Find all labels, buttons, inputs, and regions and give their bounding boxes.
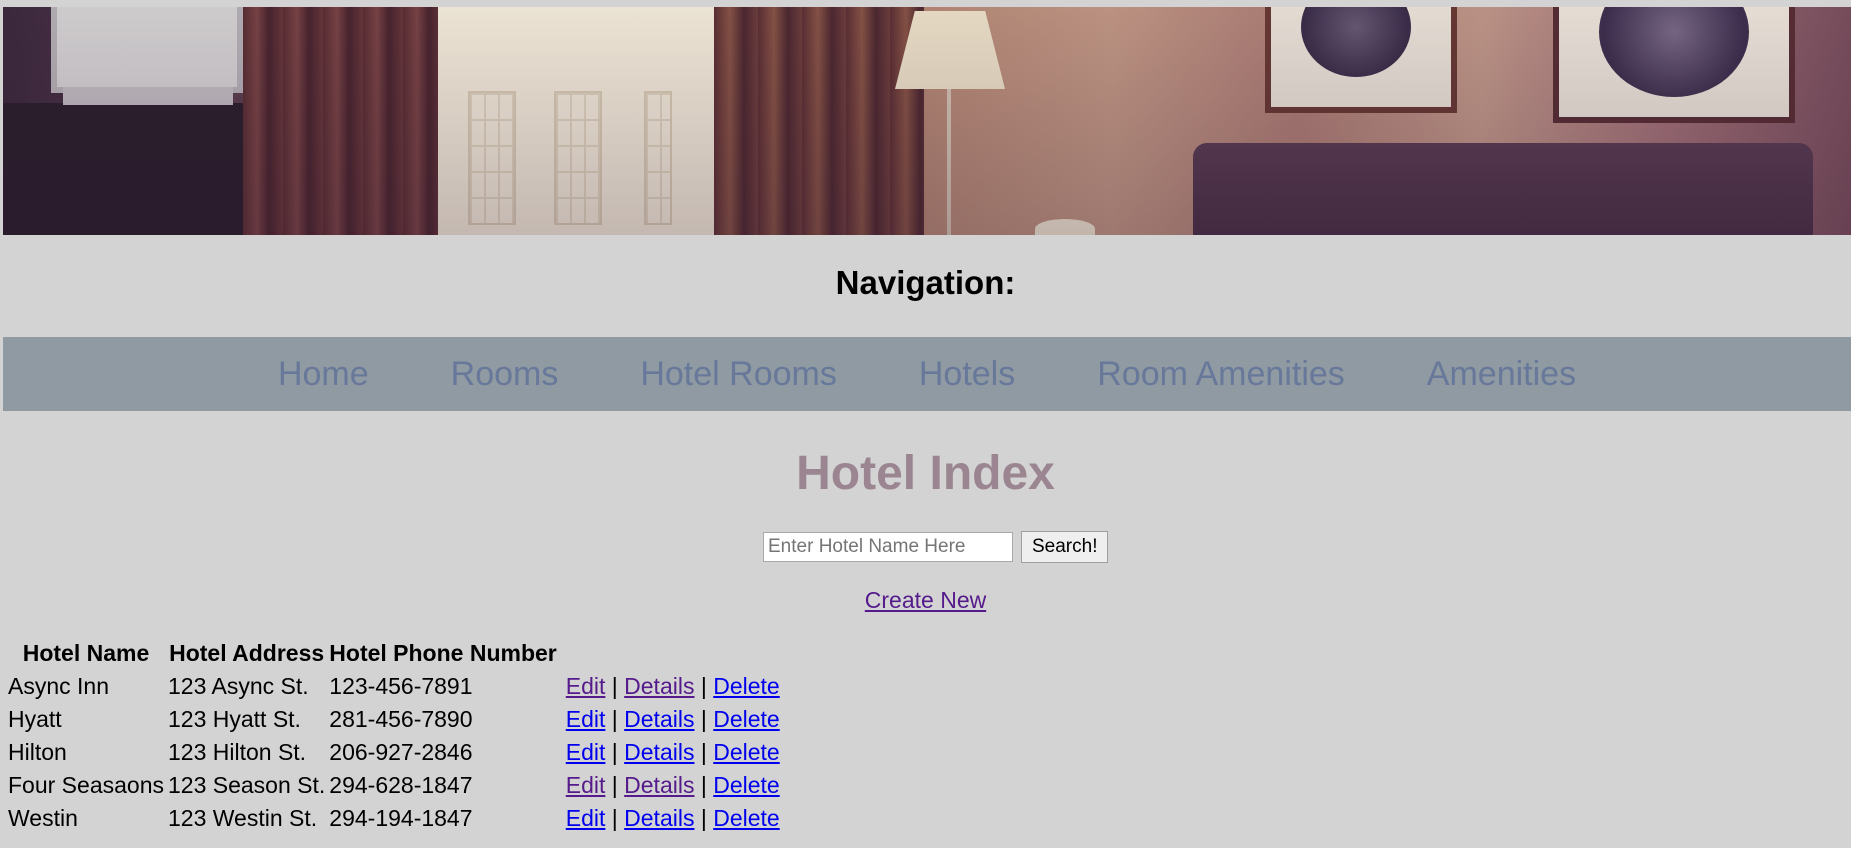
hotel-phone-cell: 206-927-2846 [329, 739, 473, 765]
table-row: Four Seasaons 123 Season St. 294-628-184… [7, 769, 781, 802]
details-link[interactable]: Details [624, 739, 694, 765]
table-header-row: Hotel Name Hotel Address Hotel Phone Num… [7, 637, 781, 670]
hotels-table: Hotel Name Hotel Address Hotel Phone Num… [5, 637, 783, 835]
table-row: Westin 123 Westin St. 294-194-1847 Edit … [7, 802, 781, 835]
hotel-name-cell: Westin [8, 805, 78, 831]
search-button[interactable]: Search! [1021, 531, 1109, 563]
delete-link[interactable]: Delete [713, 673, 779, 699]
row-actions: Edit | Details | Delete [560, 736, 781, 769]
delete-link[interactable]: Delete [713, 706, 779, 732]
main-navbar: Home Rooms Hotel Rooms Hotels Room Ameni… [3, 337, 1851, 411]
hotel-address-cell: 123 Hyatt St. [167, 706, 301, 732]
navigation-heading: Navigation: [835, 264, 1016, 301]
table-row: Async Inn 123 Async St. 123-456-7891 Edi… [7, 670, 781, 703]
edit-link[interactable]: Edit [566, 772, 606, 798]
delete-link[interactable]: Delete [713, 772, 779, 798]
row-actions: Edit | Details | Delete [560, 670, 781, 703]
search-input[interactable] [763, 532, 1013, 562]
nav-link-amenities[interactable]: Amenities [1427, 355, 1576, 394]
hotel-phone-cell: 294-194-1847 [329, 805, 473, 831]
hotel-phone-cell: 123-456-7891 [329, 673, 473, 699]
edit-link[interactable]: Edit [566, 805, 606, 831]
hotel-address-cell: 123 Season St. [167, 772, 326, 798]
nav-link-hotels[interactable]: Hotels [919, 355, 1015, 394]
action-separator: | [700, 706, 707, 732]
row-actions: Edit | Details | Delete [560, 769, 781, 802]
action-separator: | [700, 673, 707, 699]
nav-link-room-amenities[interactable]: Room Amenities [1097, 355, 1345, 394]
hotel-phone-cell: 294-628-1847 [329, 772, 473, 798]
row-actions: Edit | Details | Delete [560, 703, 781, 736]
hotel-address-cell: 123 Westin St. [167, 805, 318, 831]
edit-link[interactable]: Edit [566, 673, 606, 699]
nav-link-rooms[interactable]: Rooms [451, 355, 559, 394]
create-new-link[interactable]: Create New [865, 587, 986, 613]
delete-link[interactable]: Delete [713, 805, 779, 831]
hotel-phone-cell: 281-456-7890 [329, 706, 473, 732]
table-row: Hyatt 123 Hyatt St. 281-456-7890 Edit | … [7, 703, 781, 736]
nav-link-hotel-rooms[interactable]: Hotel Rooms [640, 355, 837, 394]
details-link[interactable]: Details [624, 706, 694, 732]
hotel-name-cell: Hilton [8, 739, 67, 765]
header-banner-image [3, 7, 1851, 235]
edit-link[interactable]: Edit [566, 706, 606, 732]
hotel-address-cell: 123 Hilton St. [167, 739, 307, 765]
hotel-name-cell: Async Inn [8, 673, 109, 699]
details-link[interactable]: Details [624, 772, 694, 798]
action-separator: | [611, 739, 618, 765]
hotel-name-cell: Hyatt [8, 706, 62, 732]
column-header-actions [560, 637, 781, 670]
column-header-hotel-address: Hotel Address [169, 640, 325, 666]
action-separator: | [700, 805, 707, 831]
nav-link-home[interactable]: Home [278, 355, 369, 394]
search-form: Search! [763, 531, 1109, 563]
page-title: Hotel Index [796, 447, 1055, 500]
column-header-hotel-phone: Hotel Phone Number [329, 640, 557, 666]
edit-link[interactable]: Edit [566, 739, 606, 765]
hotel-address-cell: 123 Async St. [167, 673, 309, 699]
column-header-hotel-name: Hotel Name [22, 640, 150, 666]
action-separator: | [700, 772, 707, 798]
action-separator: | [700, 739, 707, 765]
action-separator: | [611, 673, 618, 699]
details-link[interactable]: Details [624, 673, 694, 699]
hotel-name-cell: Four Seasaons [8, 772, 164, 798]
action-separator: | [611, 772, 618, 798]
delete-link[interactable]: Delete [713, 739, 779, 765]
create-new-container: Create New [0, 587, 1851, 614]
row-actions: Edit | Details | Delete [560, 802, 781, 835]
details-link[interactable]: Details [624, 805, 694, 831]
action-separator: | [611, 706, 618, 732]
action-separator: | [611, 805, 618, 831]
table-row: Hilton 123 Hilton St. 206-927-2846 Edit … [7, 736, 781, 769]
